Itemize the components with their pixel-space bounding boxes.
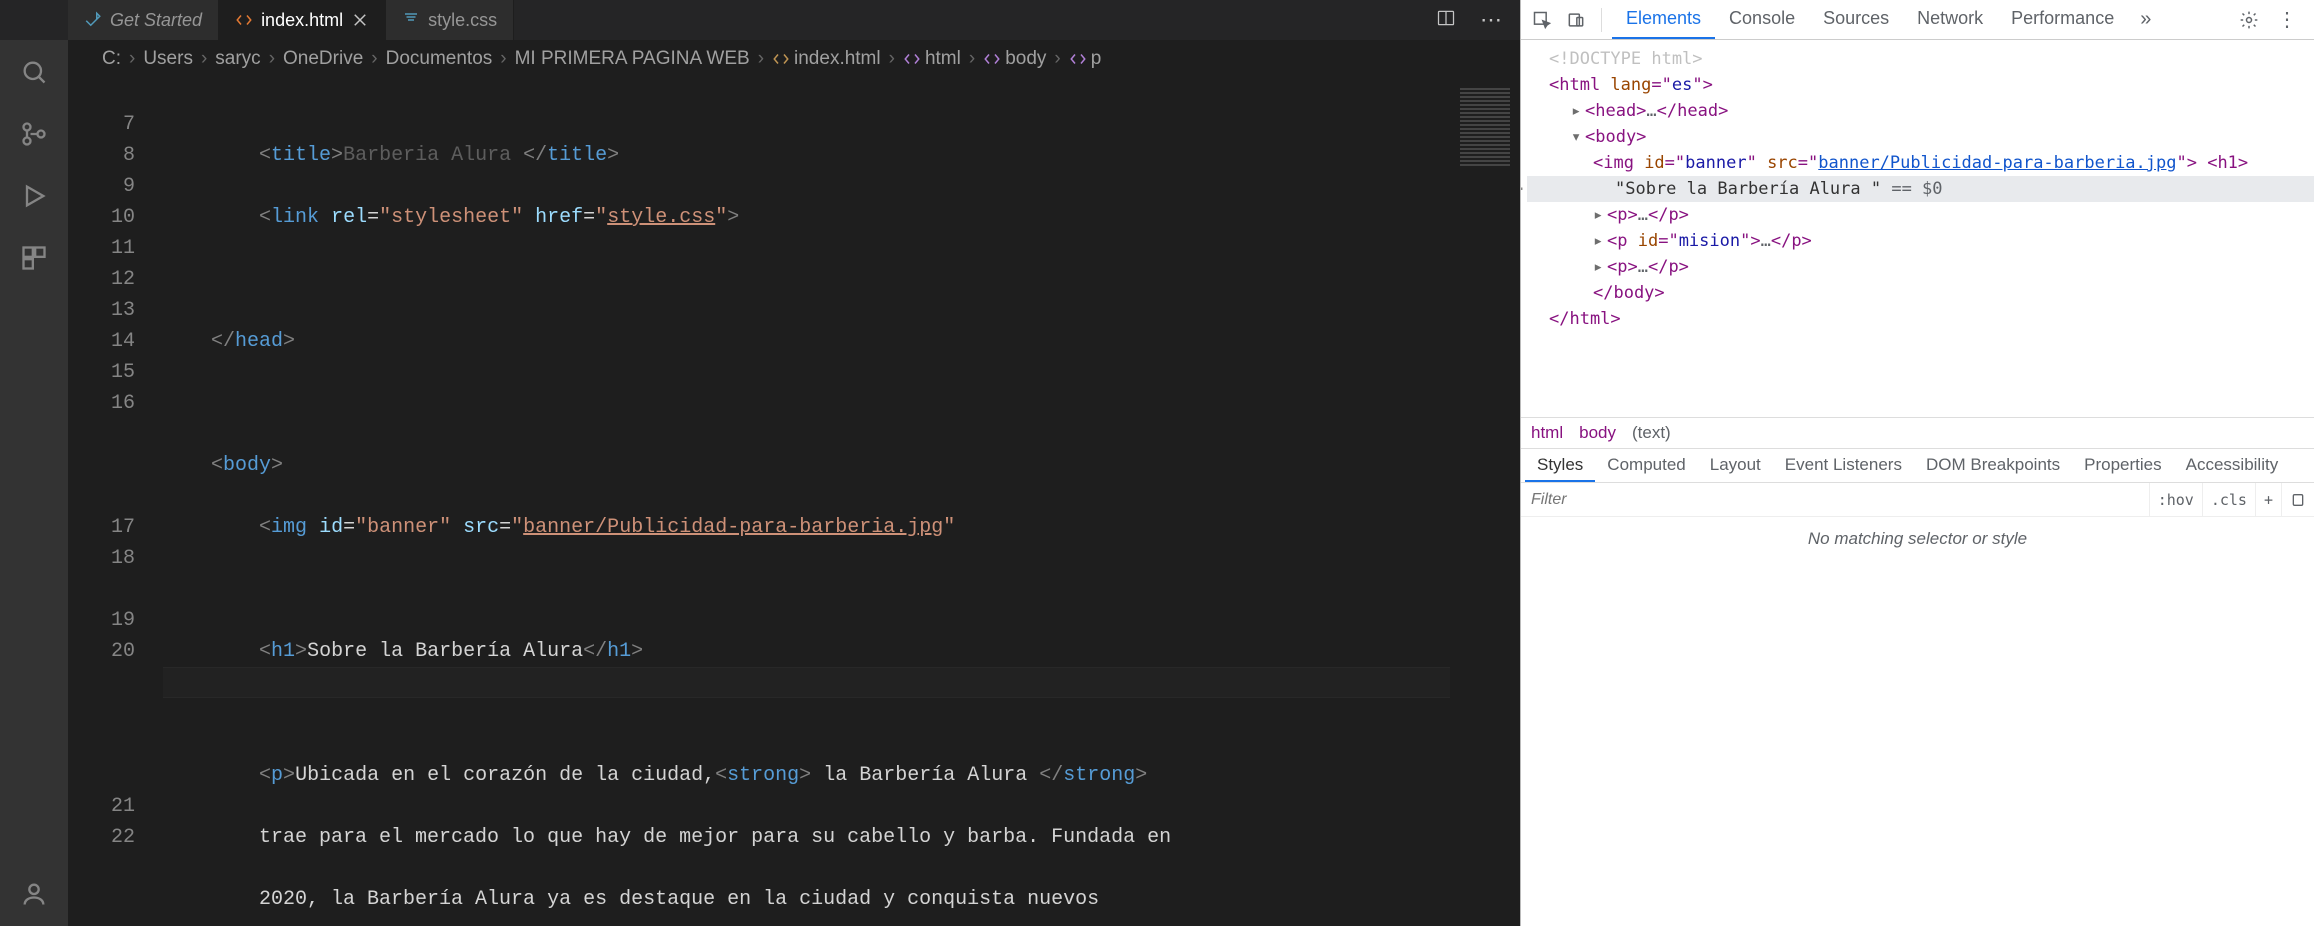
tab-label: Get Started	[110, 10, 202, 31]
code-editor[interactable]: 7 8 9 10 11 12 13 14 15 16 17 18 19	[68, 78, 1520, 926]
line-numbers: 7 8 9 10 11 12 13 14 15 16 17 18 19	[68, 78, 163, 926]
symbol-icon	[983, 50, 1001, 68]
devtools-tab-network[interactable]: Network	[1903, 0, 1997, 39]
devtools-tab-performance[interactable]: Performance	[1997, 0, 2128, 39]
devtools-panel: Elements Console Sources Network Perform…	[1520, 0, 2314, 926]
dom-node[interactable]: ▸<p>…</p>	[1527, 254, 2314, 280]
styles-tab-styles[interactable]: Styles	[1525, 449, 1595, 482]
styles-tab-acc[interactable]: Accessibility	[2174, 449, 2291, 482]
devtools-tab-sources[interactable]: Sources	[1809, 0, 1903, 39]
account-icon[interactable]	[20, 880, 48, 908]
split-editor-icon[interactable]	[1436, 8, 1456, 33]
inspect-element-icon[interactable]	[1527, 5, 1557, 35]
crumb[interactable]: Users	[143, 48, 193, 70]
tab-style-css[interactable]: style.css	[386, 0, 514, 40]
code-content[interactable]: <title>Barberia Alura </title> <link rel…	[163, 78, 1450, 926]
crumb[interactable]: html	[925, 48, 961, 70]
dom-node-selected[interactable]: "Sobre la Barbería Alura " == $0	[1527, 176, 2314, 202]
vscode-icon	[84, 11, 102, 29]
kebab-icon[interactable]: ⋮	[2272, 5, 2302, 35]
symbol-icon	[903, 50, 921, 68]
css-file-icon	[402, 11, 420, 29]
tab-get-started[interactable]: Get Started	[68, 0, 219, 40]
crumb[interactable]: C:	[102, 48, 121, 70]
crumb[interactable]: saryc	[215, 48, 260, 70]
dom-node[interactable]: <!DOCTYPE html>	[1549, 49, 1703, 69]
crumb[interactable]: MI PRIMERA PAGINA WEB	[515, 48, 750, 70]
dom-breadcrumb[interactable]: html body (text)	[1521, 417, 2314, 449]
breadcrumb[interactable]: C:› Users› saryc› OneDrive› Documentos› …	[68, 40, 1520, 78]
editor-tabs-bar: Get Started index.html style.css ⋯	[0, 0, 1520, 40]
crumb[interactable]: Documentos	[386, 48, 493, 70]
new-rule-icon[interactable]: +	[2255, 483, 2281, 516]
devtools-toolbar: Elements Console Sources Network Perform…	[1521, 0, 2314, 40]
dom-node[interactable]: <img id="banner" src="banner/Publicidad-…	[1527, 150, 2314, 176]
activity-bar	[0, 40, 68, 926]
device-mode-icon[interactable]	[2281, 483, 2314, 516]
crumb[interactable]: p	[1091, 48, 1102, 70]
styles-tab-listeners[interactable]: Event Listeners	[1773, 449, 1914, 482]
crumb-body[interactable]: body	[1579, 423, 1616, 443]
dom-node[interactable]: ▸<p id="mision">…</p>	[1527, 228, 2314, 254]
devtools-tab-console[interactable]: Console	[1715, 0, 1809, 39]
no-match-message: No matching selector or style	[1521, 517, 2314, 561]
crumb-html[interactable]: html	[1531, 423, 1563, 443]
editor-actions: ⋯	[1418, 0, 1520, 40]
more-tabs-icon[interactable]: »	[2132, 8, 2159, 31]
more-icon[interactable]: ⋯	[1480, 7, 1502, 33]
crumb-text[interactable]: (text)	[1632, 423, 1671, 443]
dom-node[interactable]: <html lang="es">	[1527, 72, 2314, 98]
styles-tab-dombp[interactable]: DOM Breakpoints	[1914, 449, 2072, 482]
dom-node[interactable]: ▸<head>…</head>	[1527, 98, 2314, 124]
html-file-icon	[235, 11, 253, 29]
tab-label: style.css	[428, 10, 497, 31]
styles-tab-layout[interactable]: Layout	[1698, 449, 1773, 482]
devtools-tab-elements[interactable]: Elements	[1612, 0, 1715, 39]
search-icon[interactable]	[20, 58, 48, 86]
dom-node[interactable]: ▾<body>	[1527, 124, 2314, 150]
dom-node[interactable]: </body>	[1527, 280, 2314, 306]
gear-icon[interactable]	[2234, 5, 2264, 35]
crumb[interactable]: body	[1005, 48, 1046, 70]
styles-filter-input[interactable]	[1521, 491, 2149, 509]
styles-tab-props[interactable]: Properties	[2072, 449, 2173, 482]
crumb[interactable]: OneDrive	[283, 48, 363, 70]
dom-tree[interactable]: <!DOCTYPE html> <html lang="es"> ▸<head>…	[1521, 40, 2314, 417]
styles-tab-computed[interactable]: Computed	[1595, 449, 1697, 482]
dom-node[interactable]: </html>	[1527, 306, 2314, 332]
hov-toggle[interactable]: :hov	[2149, 483, 2202, 516]
extensions-icon[interactable]	[20, 244, 48, 272]
html-file-icon	[772, 50, 790, 68]
crumb[interactable]: index.html	[794, 48, 881, 70]
styles-filter-row: :hov .cls +	[1521, 483, 2314, 517]
dom-node[interactable]: ▸<p>…</p>	[1527, 202, 2314, 228]
cls-toggle[interactable]: .cls	[2202, 483, 2255, 516]
source-control-icon[interactable]	[20, 120, 48, 148]
tab-label: index.html	[261, 10, 343, 31]
vscode-window: Get Started index.html style.css ⋯	[0, 0, 1520, 926]
close-icon[interactable]	[351, 11, 369, 29]
symbol-icon	[1069, 50, 1087, 68]
device-toolbar-icon[interactable]	[1561, 5, 1591, 35]
styles-tabs: Styles Computed Layout Event Listeners D…	[1521, 449, 2314, 483]
run-debug-icon[interactable]	[20, 182, 48, 210]
tab-index-html[interactable]: index.html	[219, 0, 386, 40]
minimap[interactable]	[1450, 78, 1520, 926]
